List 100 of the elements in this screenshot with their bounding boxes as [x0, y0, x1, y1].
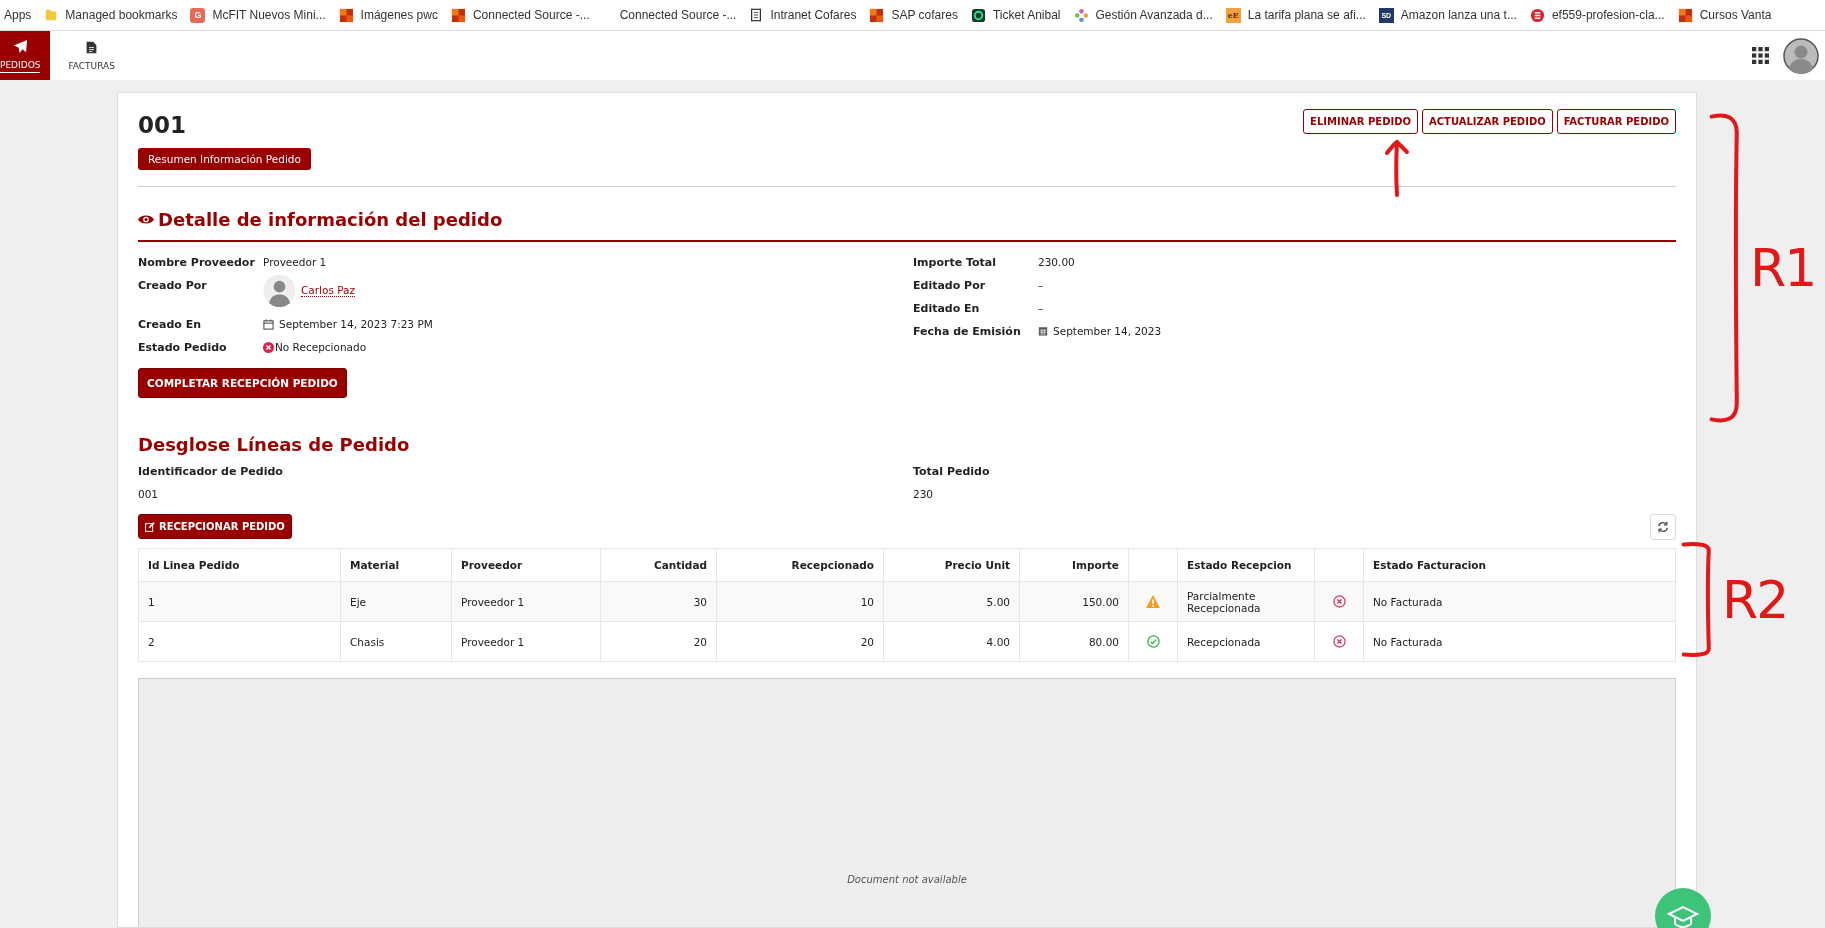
avatar-icon	[263, 274, 296, 307]
letter-icon: G	[190, 7, 206, 23]
complete-reception-button[interactable]: COMPLETAR RECEPCIÓN PEDIDO	[138, 368, 347, 398]
bookmark-link[interactable]: Intranet Cofares	[749, 8, 857, 22]
column-header: Estado Recepcion	[1177, 548, 1315, 582]
calendar-icon	[1038, 326, 1048, 336]
tiles-icon	[869, 7, 885, 23]
field-label: Estado Pedido	[138, 341, 228, 354]
handwritten-label: R2	[1722, 569, 1788, 630]
column-header: Estado Facturacion	[1363, 548, 1676, 582]
section-heading: Detalle de información del pedido	[158, 209, 503, 230]
paper-plane-icon	[12, 38, 28, 54]
refresh-button[interactable]	[1650, 514, 1676, 540]
section-heading: Desglose Líneas de Pedido	[138, 434, 411, 455]
tiles-icon	[450, 7, 466, 23]
bookmark-link[interactable]: Gestión Avanzada d...	[1073, 7, 1213, 23]
calendar-icon	[263, 318, 274, 330]
bookmark-link[interactable]: ef559-profesion-cla...	[1529, 7, 1665, 23]
empty-message: Document not available	[847, 874, 967, 887]
bookmark-link[interactable]: eE La tarifa plana se afi...	[1225, 7, 1366, 23]
table-cell: 1	[138, 581, 341, 622]
table-cell: Proveedor 1	[451, 581, 601, 622]
apps-grid-icon	[1752, 47, 1769, 64]
error-icon	[263, 341, 274, 353]
table-cell: 20	[716, 621, 884, 662]
tiles-icon	[1677, 7, 1693, 23]
table-cell: 150.00	[1019, 581, 1129, 622]
field-label: Creado Por	[138, 279, 208, 292]
column-header: Precio Unit	[883, 548, 1020, 582]
bookmark-link[interactable]: Cursos Vanta	[1677, 7, 1772, 23]
handwritten-label: R1	[1750, 238, 1816, 298]
warning-icon	[1146, 595, 1160, 609]
field-label: Fecha de Emisión	[913, 325, 1022, 338]
invoice-icon	[85, 40, 99, 55]
refresh-icon	[1657, 521, 1669, 533]
field-value: September 14, 2023 7:23 PM	[279, 318, 433, 330]
table-cell: 10	[716, 581, 884, 622]
table-cell: 4.00	[883, 621, 1020, 662]
bookmark-link[interactable]: G McFIT Nuevos Mini...	[190, 7, 326, 23]
field-value: September 14, 2023	[1053, 325, 1162, 337]
action-button[interactable]: ELIMINAR PEDIDO	[1303, 109, 1418, 134]
field-label: Identificador de Pedido	[138, 465, 284, 478]
action-button[interactable]: FACTURAR PEDIDO	[1556, 109, 1676, 134]
document-icon	[749, 8, 764, 22]
table-cell: No Facturada	[1363, 621, 1676, 662]
nav-tab[interactable]: PEDIDOS	[0, 31, 51, 80]
cross-circle-icon	[1332, 595, 1346, 609]
tiles-icon	[338, 7, 354, 23]
nav-tab[interactable]: FACTURAS	[50, 31, 133, 80]
eye-icon	[138, 214, 154, 225]
folder-icon	[44, 8, 59, 22]
edit-icon	[145, 521, 155, 532]
bookmark-link[interactable]: Connected Source -...	[619, 8, 737, 22]
bookmark-link[interactable]: Ticket Anibal	[970, 7, 1061, 23]
table-cell: Chasis	[340, 621, 452, 662]
order-title: 001	[138, 112, 187, 138]
cross-circle-icon	[1332, 635, 1346, 649]
field-label: Total Pedido	[913, 465, 991, 478]
field-label: Editado Por	[913, 279, 987, 292]
arrow-drawing	[1382, 138, 1412, 198]
ring-icon	[970, 7, 986, 23]
summary-tag: Resumen Información Pedido	[138, 148, 311, 170]
bookmark-link[interactable]: Managed bookmarks	[44, 8, 178, 22]
column-header: Importe	[1019, 548, 1129, 582]
table-cell: Proveedor 1	[451, 621, 601, 662]
bookmark-link[interactable]: Apps	[4, 8, 32, 22]
bookmark-link[interactable]: Connected Source -...	[450, 7, 590, 23]
table-cell: 30	[600, 581, 717, 622]
column-header: Material	[340, 548, 452, 582]
circle-logo-icon	[1529, 7, 1545, 23]
table-cell: 20	[600, 621, 717, 662]
flower-icon	[1073, 7, 1089, 23]
table-cell: 2	[138, 621, 341, 662]
column-header: Cantidad	[600, 548, 717, 582]
field-label: Editado En	[913, 302, 981, 315]
field-label: Importe Total	[913, 256, 997, 269]
field-label: Nombre Proveedor	[138, 256, 256, 269]
user-avatar-icon	[1783, 37, 1819, 74]
bookmark-link[interactable]: Imágenes pwc	[338, 7, 438, 23]
column-header: Recepcionado	[716, 548, 884, 582]
column-header: Proveedor	[451, 548, 601, 582]
receive-order-button[interactable]: RECEPCIONAR PEDIDO	[138, 514, 292, 539]
field-value: Proveedor 1	[263, 256, 327, 268]
user-link[interactable]: Carlos Paz	[301, 284, 356, 297]
table-cell: 5.00	[883, 581, 1020, 622]
check-circle-icon	[1146, 635, 1160, 649]
table-cell: Parcialmente Recepcionada	[1177, 581, 1315, 622]
field-value: –	[1038, 279, 1044, 291]
field-value: No Recepcionado	[275, 341, 367, 353]
field-label: Creado En	[138, 318, 202, 331]
field-value: 001	[138, 488, 160, 500]
field-value: –	[1038, 302, 1044, 314]
field-value: 230	[913, 488, 935, 500]
table-cell: Recepcionada	[1177, 621, 1315, 662]
action-button[interactable]: ACTUALIZAR PEDIDO	[1422, 109, 1553, 134]
letter-icon: eE	[1225, 7, 1241, 23]
bookmark-link[interactable]: SAP cofares	[869, 7, 958, 23]
table-cell: Eje	[340, 581, 452, 622]
column-header: Id Linea Pedido	[138, 548, 341, 582]
table-cell: No Facturada	[1363, 581, 1676, 622]
